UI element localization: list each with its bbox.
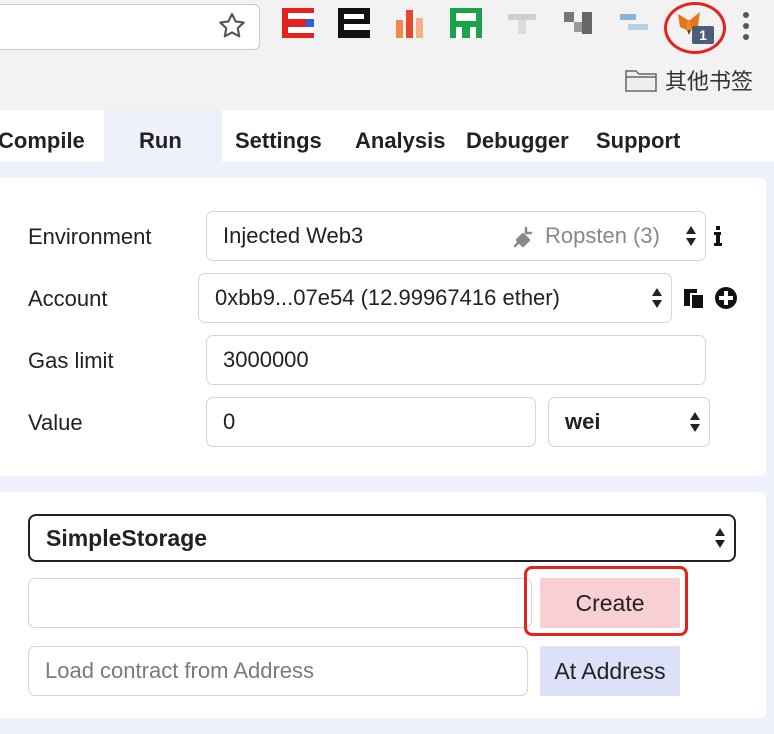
value-label: Value — [28, 410, 83, 435]
create-args-input[interactable] — [28, 578, 532, 628]
ext-icon-2[interactable] — [338, 8, 370, 38]
value-input[interactable]: 0 — [206, 397, 536, 447]
plug-icon — [513, 226, 533, 248]
tab-compile[interactable]: Compile — [0, 128, 85, 154]
tab-settings[interactable]: Settings — [235, 128, 322, 154]
ext-icon-7[interactable] — [618, 8, 650, 38]
bookmark-folder-other[interactable]: 其他书签 — [625, 64, 753, 96]
contract-select[interactable]: SimpleStorage — [28, 514, 736, 562]
tab-support[interactable]: Support — [596, 128, 680, 154]
folder-icon — [625, 70, 657, 92]
account-label: Account — [28, 286, 108, 311]
ext-icon-4[interactable] — [450, 8, 482, 38]
select-arrows-icon — [690, 412, 700, 432]
ext-icon-6[interactable] — [562, 8, 594, 38]
tab-analysis[interactable]: Analysis — [355, 128, 446, 154]
select-arrows-icon — [715, 528, 725, 548]
contract-selected: SimpleStorage — [46, 524, 208, 551]
at-address-button[interactable]: At Address — [540, 646, 680, 696]
gas-limit-label: Gas limit — [28, 348, 114, 373]
value-unit-select[interactable]: wei — [548, 397, 710, 447]
environment-network: Ropsten (3) — [545, 223, 660, 248]
notification-badge: 1 — [692, 26, 714, 44]
ext-icon-5[interactable] — [506, 8, 538, 38]
environment-label: Environment — [28, 224, 152, 249]
metamask-extension[interactable]: 1 — [664, 2, 734, 62]
create-button[interactable]: Create — [540, 578, 680, 628]
account-select[interactable]: 0xbb9...07e54 (12.99967416 ether) — [198, 273, 672, 323]
copy-icon[interactable] — [682, 286, 706, 310]
value-unit: wei — [565, 409, 601, 434]
bookmark-star-icon[interactable] — [216, 10, 248, 42]
tab-run[interactable]: Run — [139, 128, 182, 154]
load-address-input[interactable] — [28, 646, 528, 696]
tab-debugger[interactable]: Debugger — [466, 128, 569, 154]
select-arrows-icon — [686, 226, 696, 246]
value-amount: 0 — [223, 409, 236, 434]
bookmark-folder-label: 其他书签 — [665, 69, 754, 94]
environment-select[interactable]: Injected Web3 Ropsten (3) — [206, 211, 706, 261]
add-account-icon[interactable] — [714, 286, 738, 310]
account-value: 0xbb9...07e54 (12.99967416 ether) — [215, 285, 560, 310]
tab-bar: Compile Run Settings Analysis Debugger S… — [0, 110, 774, 162]
info-icon[interactable] — [711, 224, 725, 248]
ext-icon-1[interactable] — [282, 8, 314, 38]
select-arrows-icon — [652, 288, 662, 308]
gas-limit-input[interactable]: 3000000 — [206, 335, 706, 385]
browser-menu-icon[interactable] — [740, 10, 752, 42]
browser-toolbar: 1 其他书签 — [0, 0, 774, 111]
environment-value: Injected Web3 — [223, 223, 364, 248]
gas-limit-value: 3000000 — [223, 347, 309, 372]
ext-icon-3[interactable] — [394, 8, 426, 38]
